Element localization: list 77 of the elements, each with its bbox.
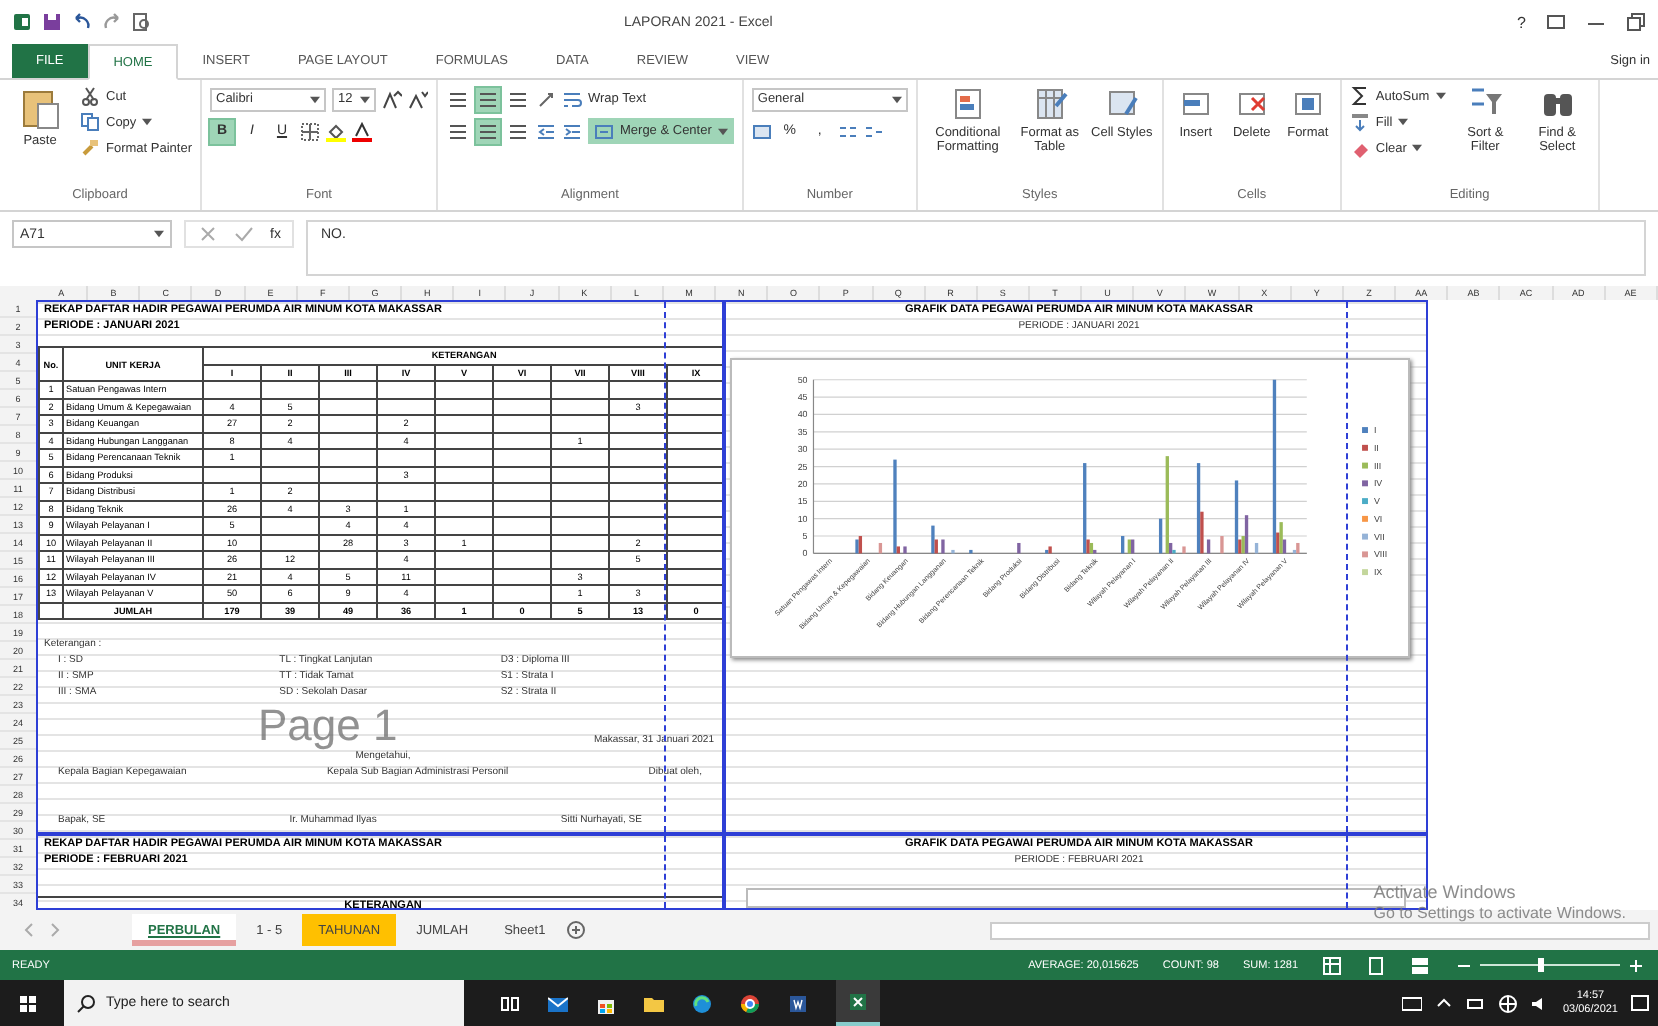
browser-wave-icon [692,993,712,1013]
caret-icon [1412,144,1423,152]
eraser-icon [1349,138,1370,158]
left-align-icon [448,121,468,141]
redo-icon [102,12,122,32]
zoom-slider-thumb[interactable] [1538,958,1545,972]
mail-icon [548,993,568,1013]
decrease-font-size-icon [408,89,428,109]
caret-icon [717,127,728,135]
document-app-icon [788,993,808,1013]
fill-down-icon [1349,112,1370,132]
print-preview-icon [132,12,152,32]
page-layout-view-icon [1366,955,1386,975]
page-break-view-icon [1410,955,1430,975]
decrease-decimal-icon [863,121,884,141]
sigma-icon [1349,86,1370,106]
bottom-align-icon [508,89,528,109]
currency-icon [751,121,772,141]
center-align-icon [478,121,498,141]
merge-cells-icon [594,121,614,141]
browser-circle-icon [740,993,760,1013]
folder-icon [644,993,664,1013]
cancel-icon [198,224,218,244]
checkmark-icon [234,224,254,244]
caret-icon [891,95,902,103]
activation-hint: Go to Settings to activate Windows. [1373,904,1626,925]
top-align-button[interactable] [446,87,470,111]
caret-icon [360,95,370,103]
spreadsheet-logo-icon [12,12,32,32]
fill-color-icon [326,121,346,141]
top-align-icon [448,89,468,109]
borders-icon [300,121,320,141]
middle-align-button[interactable] [476,87,500,111]
globe-icon [1498,993,1519,1013]
notification-icon [1630,993,1650,1013]
increase-font-size-icon [382,89,402,109]
caret-icon [154,230,164,238]
increase-decimal-icon [837,121,858,141]
normal-view-icon [1322,955,1342,975]
caret-icon [1435,92,1446,100]
decrease-indent-icon [536,121,556,141]
highlighted-grid-icon [949,86,986,122]
ribbon-display-icon [1546,12,1566,32]
wrap-text-icon [562,89,582,109]
right-align-button[interactable] [506,119,530,143]
bottom-align-button[interactable] [506,87,530,111]
new-sheet-icon [565,920,586,940]
increase-indent-icon [562,121,582,141]
caret-icon [1398,118,1409,126]
paintbrush-icon [80,138,100,158]
horizontal-scrollbar[interactable] [990,921,1650,939]
keyboard-icon [1402,993,1423,1013]
center-align-button[interactable] [476,119,500,143]
zoom-in-icon [1626,955,1646,975]
search-icon [76,993,96,1013]
bar [878,542,883,554]
task-view-icon [500,993,520,1013]
page-number-label: Page 1 [258,700,398,750]
right-align-icon [508,121,528,141]
scissors-icon [80,86,100,106]
caret-icon [142,118,153,126]
table-brush-icon [1031,86,1068,122]
windows-logo-icon [18,993,38,1013]
battery-icon [1466,993,1487,1013]
clipboard-icon [20,86,60,130]
save-icon [42,12,62,32]
bar [1254,542,1259,554]
left-align-button[interactable] [446,119,470,143]
copy-icon [80,112,100,132]
spreadsheet-app-icon [848,991,868,1011]
text-orientation-icon [536,89,556,109]
restore-icon [1626,12,1646,32]
help-button[interactable]: ? [1517,13,1526,31]
middle-align-icon [478,89,498,109]
undo-icon [72,12,92,32]
caret-icon [310,95,320,103]
font-color-icon [352,121,372,141]
